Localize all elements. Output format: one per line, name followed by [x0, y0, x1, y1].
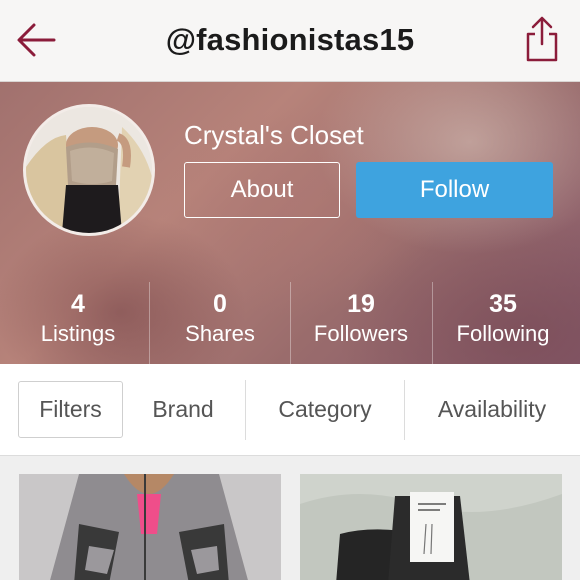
filter-brand[interactable]: Brand: [133, 381, 233, 438]
stats-bar: 4 Listings 0 Shares 19 Followers 35 Foll…: [0, 282, 580, 364]
filter-availability[interactable]: Availability: [412, 381, 572, 438]
filters-button[interactable]: Filters: [18, 381, 123, 438]
filter-bar: Filters Brand Category Availability: [0, 364, 580, 456]
stat-label: Followers: [313, 321, 409, 346]
stat-following[interactable]: 35 Following: [433, 282, 573, 364]
share-button[interactable]: [520, 14, 564, 64]
stat-listings[interactable]: 4 Listings: [8, 282, 148, 364]
share-icon: [526, 16, 558, 62]
about-button[interactable]: About: [184, 162, 340, 218]
avatar-photo: [26, 107, 152, 233]
stat-label: Listings: [40, 321, 116, 346]
profile-header: Crystal's Closet About Follow 4 Listings…: [0, 82, 580, 364]
divider: [245, 380, 246, 440]
page-title: @fashionistas15: [165, 22, 415, 57]
stat-value: 0: [213, 290, 227, 318]
shop-name: Crystal's Closet: [184, 120, 364, 150]
stat-label: Following: [456, 321, 550, 346]
filter-category[interactable]: Category: [250, 381, 400, 438]
listing-photo: [19, 474, 281, 580]
listing-photo: [300, 474, 562, 580]
follow-button[interactable]: Follow: [356, 162, 553, 218]
stat-value: 35: [489, 290, 517, 318]
listing-tile[interactable]: [19, 474, 281, 580]
stat-shares[interactable]: 0 Shares: [150, 282, 290, 364]
avatar[interactable]: [23, 104, 155, 236]
stat-value: 4: [71, 290, 85, 318]
top-bar: @fashionistas15: [0, 0, 580, 82]
listing-grid: [0, 456, 580, 580]
stat-value: 19: [347, 290, 375, 318]
divider: [404, 380, 405, 440]
listing-tile[interactable]: [300, 474, 562, 580]
stat-label: Shares: [185, 321, 255, 346]
stat-followers[interactable]: 19 Followers: [291, 282, 431, 364]
